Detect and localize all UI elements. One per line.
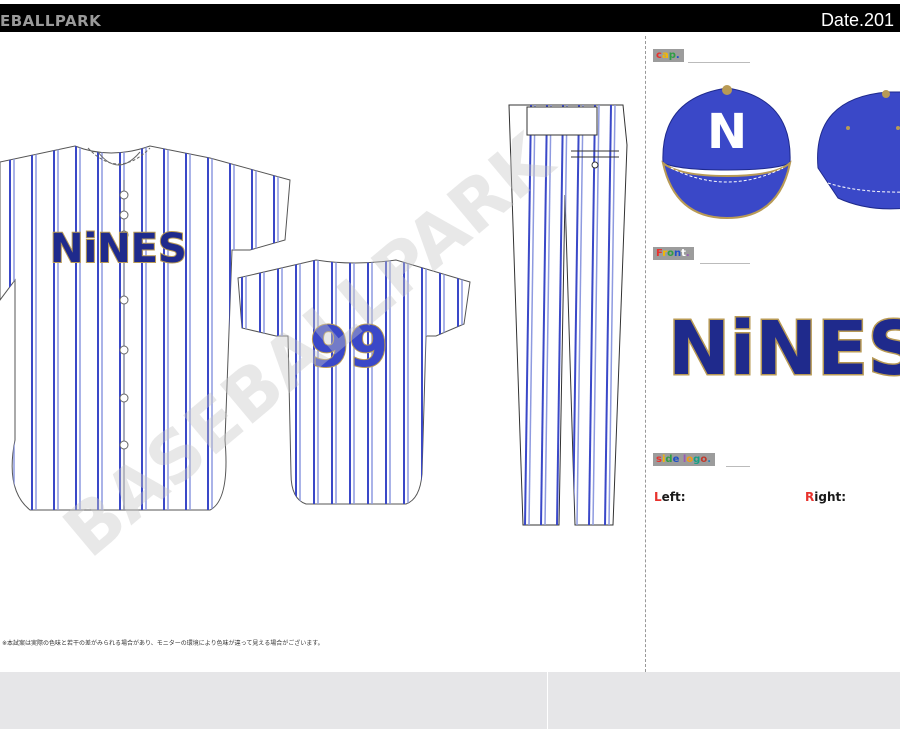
side-logo-line (726, 466, 750, 467)
label-letter: R (805, 490, 815, 504)
cap-front: N (661, 85, 792, 220)
label-letter: . (707, 454, 712, 465)
jersey-button (119, 440, 129, 450)
label-letter: . (675, 50, 680, 61)
front-label: Front. (653, 247, 694, 260)
cap-label-line (688, 62, 750, 63)
header-bar: EBALLPARK Date.201 (0, 4, 900, 32)
label-letter: g (818, 490, 827, 504)
label-letter: e (661, 490, 670, 504)
front-logo-text: NiNES (668, 306, 900, 392)
left-label: Left: (654, 490, 686, 504)
jersey-button (119, 393, 129, 403)
right-label: Right: (805, 490, 846, 504)
disclaimer-note: ※本試案は実際の色味と若干の差がみられる場合があり、モニターの環境により色味が違… (2, 640, 324, 647)
label-letter: d (665, 454, 673, 465)
jersey-button (119, 210, 129, 220)
jersey-chest-text: NiNES (50, 226, 187, 272)
label-letter: L (654, 490, 662, 504)
label-letter: o (667, 248, 675, 259)
label-letter: h (826, 490, 836, 504)
cap-back (817, 90, 900, 210)
date-label: Date.201 (820, 10, 894, 30)
jersey-button (119, 190, 129, 200)
jersey-button (119, 295, 129, 305)
footer-bar (0, 672, 900, 729)
brand-logo: EBALLPARK (0, 12, 102, 30)
pants (508, 104, 628, 526)
panel-divider (645, 36, 646, 672)
front-logo: NiNES (667, 305, 900, 394)
label-letter: . (685, 248, 690, 259)
label-letter: p (668, 50, 676, 61)
label-letter: : (680, 490, 686, 504)
jersey-button (119, 345, 129, 355)
jersey-back: 99 (237, 259, 471, 505)
cap-label: cap. (653, 49, 684, 62)
side-logo-label: side logo. (653, 453, 716, 466)
jersey-back-number: 99 (310, 315, 388, 380)
front-label-line (700, 263, 750, 264)
label-letter: a (661, 50, 669, 61)
cap-letter: N (707, 104, 747, 160)
footer-separator (547, 672, 548, 729)
label-letter: : (841, 490, 847, 504)
